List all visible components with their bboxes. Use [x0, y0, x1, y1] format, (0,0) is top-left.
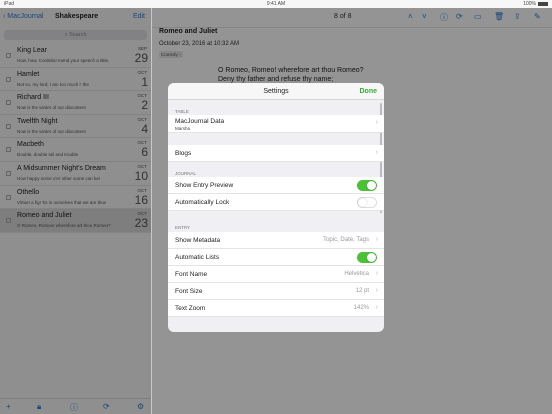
- automatic-lists-row: Automatic Lists: [168, 249, 384, 266]
- sidebar-dim-overlay: [0, 8, 151, 414]
- section-journal-header: JOURNAL: [175, 171, 197, 176]
- chevron-right-icon: ›: [375, 236, 378, 243]
- chevron-right-icon: ›: [375, 119, 378, 126]
- status-time: 9:41 AM: [266, 1, 286, 7]
- text-zoom-label: Text Zoom: [175, 305, 206, 312]
- show-metadata-label: Show Metadata: [175, 237, 221, 244]
- chevron-right-icon: ›: [375, 287, 378, 294]
- blogs-label: Blogs: [175, 150, 192, 157]
- macjournal-data-label: MacJournal Data: [175, 118, 225, 125]
- settings-modal: Settings Done TABLE MacJournal Data Mars…: [168, 83, 384, 332]
- status-bar: iPad 9:41 AM 100%: [0, 0, 552, 8]
- font-size-label: Font Size: [175, 288, 203, 295]
- text-zoom-value: 142%: [353, 305, 369, 311]
- automatically-lock-label: Automatically Lock: [175, 199, 230, 206]
- battery-level: 100%: [523, 1, 536, 7]
- section-entry-header: ENTRY: [175, 225, 191, 230]
- blogs-row[interactable]: Blogs ›: [168, 145, 384, 162]
- macjournal-data-sub: Marsha: [175, 126, 191, 131]
- settings-title: Settings: [263, 88, 289, 95]
- automatic-lists-toggle[interactable]: [357, 252, 377, 263]
- section-table-header: TABLE: [175, 109, 189, 114]
- battery-icon: [538, 1, 548, 6]
- automatically-lock-toggle[interactable]: [357, 197, 377, 208]
- font-name-label: Font Name: [175, 271, 208, 278]
- show-metadata-row[interactable]: Show Metadata Topic, Date, Tags ›: [168, 232, 384, 249]
- show-entry-preview-toggle[interactable]: [357, 180, 377, 191]
- chevron-right-icon: ›: [375, 149, 378, 156]
- battery-indicator: 100%: [523, 1, 548, 7]
- show-entry-preview-row: Show Entry Preview: [168, 177, 384, 194]
- settings-header: Settings Done: [168, 83, 384, 100]
- show-entry-preview-label: Show Entry Preview: [175, 182, 234, 189]
- macjournal-data-row[interactable]: MacJournal Data Marsha ›: [168, 115, 384, 133]
- chevron-right-icon: ›: [375, 304, 378, 311]
- font-size-value: 12 pt: [355, 288, 369, 294]
- automatic-lists-label: Automatic Lists: [175, 254, 220, 261]
- automatically-lock-row: Automatically Lock: [168, 194, 384, 211]
- font-name-value: Helvetica: [344, 271, 369, 277]
- chevron-right-icon: ›: [375, 270, 378, 277]
- text-zoom-row[interactable]: Text Zoom 142% ›: [168, 300, 384, 317]
- font-size-row[interactable]: Font Size 12 pt ›: [168, 283, 384, 300]
- sidebar: ‹ MacJournal Shakespeare Edit ⌕ Search K…: [0, 8, 152, 414]
- done-button[interactable]: Done: [360, 88, 378, 95]
- font-name-row[interactable]: Font Name Helvetica ›: [168, 266, 384, 283]
- show-metadata-value: Topic, Date, Tags: [323, 237, 369, 243]
